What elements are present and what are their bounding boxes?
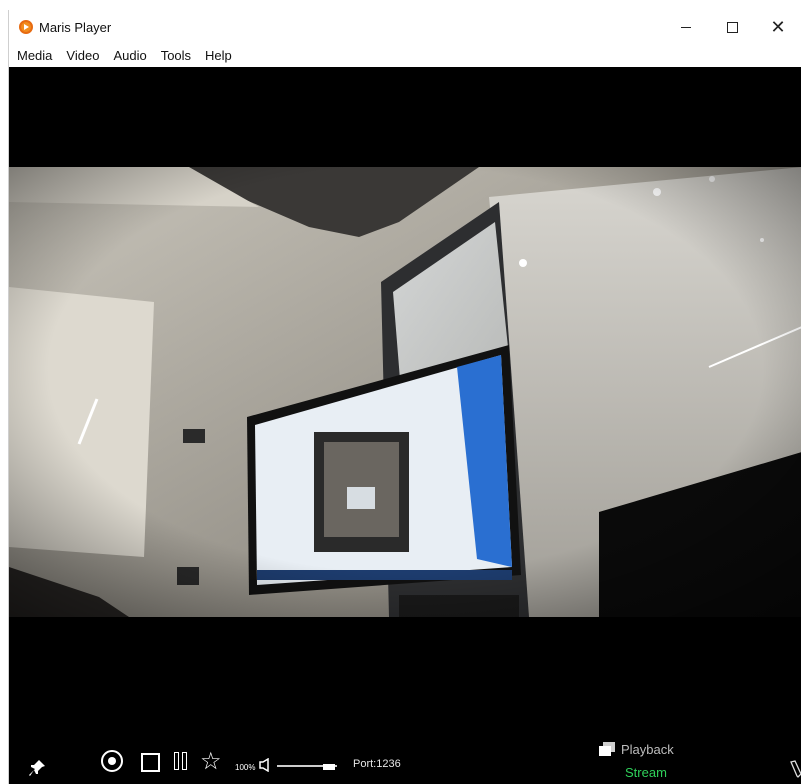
- record-button[interactable]: [101, 750, 123, 772]
- menu-help[interactable]: Help: [199, 48, 238, 63]
- port-label: Port:1236: [353, 758, 401, 770]
- pin-icon[interactable]: [27, 758, 47, 778]
- stream-button[interactable]: Stream: [625, 765, 667, 780]
- menu-tools[interactable]: Tools: [155, 48, 197, 63]
- player-window: Maris Player ✕ Media Video Audio Tools H…: [8, 10, 801, 784]
- stop-button[interactable]: [141, 753, 160, 772]
- pen-icon[interactable]: [789, 760, 801, 778]
- maximize-button[interactable]: [709, 10, 755, 44]
- title-bar[interactable]: Maris Player ✕: [9, 10, 801, 44]
- volume-percent-label: 100%: [235, 763, 256, 772]
- favorite-star-button[interactable]: ☆: [200, 750, 222, 774]
- video-area[interactable]: [9, 67, 801, 739]
- menu-video[interactable]: Video: [60, 48, 105, 63]
- video-frame[interactable]: [9, 167, 801, 617]
- window-controls: ✕: [663, 10, 801, 44]
- pause-button[interactable]: [174, 752, 190, 772]
- pause-bar-right: [182, 752, 187, 770]
- volume-slider-thumb[interactable]: [323, 764, 335, 770]
- window-title: Maris Player: [39, 19, 112, 35]
- close-button[interactable]: ✕: [755, 10, 801, 44]
- menu-media[interactable]: Media: [11, 48, 58, 63]
- pause-bar-left: [174, 752, 179, 770]
- speaker-icon[interactable]: [259, 757, 271, 773]
- close-icon: ✕: [770, 17, 786, 37]
- camera-feed-image: [9, 167, 801, 617]
- menu-audio[interactable]: Audio: [107, 48, 152, 63]
- minimize-button[interactable]: [663, 10, 709, 44]
- playback-icon[interactable]: [599, 742, 615, 756]
- minimize-icon: [681, 26, 691, 28]
- menu-bar: Media Video Audio Tools Help: [9, 44, 801, 67]
- app-logo-icon: [19, 20, 33, 34]
- playback-button[interactable]: Playback: [621, 742, 674, 757]
- control-bar: ☆ 100% Port:1236 Playback Stream: [9, 739, 801, 784]
- maximize-icon: [726, 21, 738, 33]
